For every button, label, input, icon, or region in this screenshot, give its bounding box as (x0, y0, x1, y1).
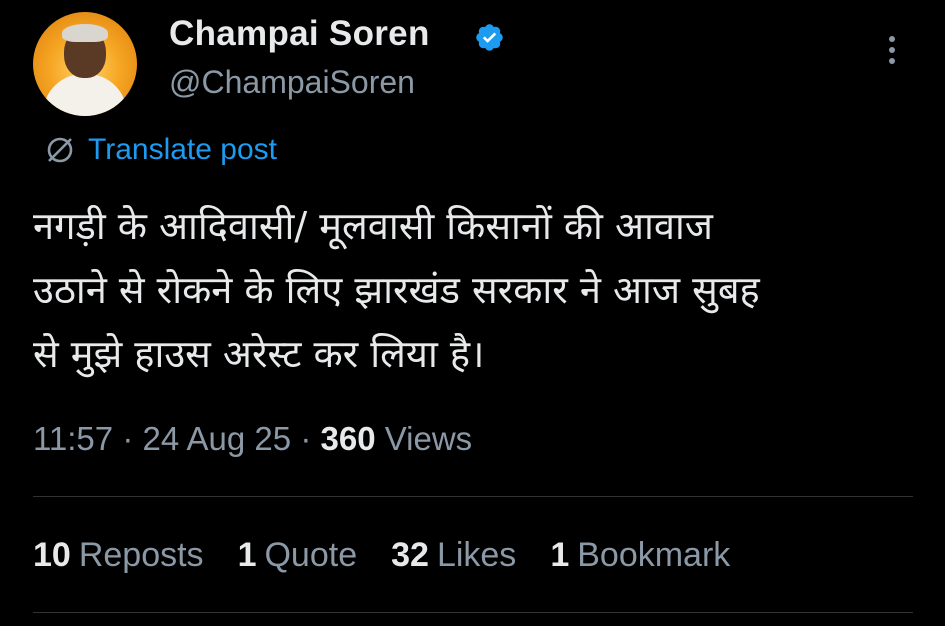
more-options-icon[interactable] (880, 30, 904, 70)
verified-badge-icon (476, 24, 503, 51)
quotes-count: 1 (237, 536, 257, 574)
meta-separator: · (300, 420, 312, 457)
divider (33, 496, 913, 497)
meta-separator: · (122, 420, 134, 457)
post-text-line: से मुझे हाउस अरेस्ट कर लिया है। (33, 332, 485, 376)
divider (33, 612, 913, 613)
post-time[interactable]: 11:57 (33, 420, 113, 457)
avatar[interactable] (33, 12, 137, 116)
post-text-line: उठाने से रोकने के लिए झारखंड सरकार ने आज… (33, 268, 760, 312)
avatar-body-shape (43, 74, 127, 116)
reposts-label: Reposts (78, 536, 204, 574)
post-card: Champai Soren @ChampaiSoren Translate po… (0, 0, 945, 626)
more-dot (889, 36, 895, 42)
avatar-hair-shape (62, 24, 108, 42)
reposts-stat[interactable]: 10 Reposts (33, 536, 204, 575)
views-count: 360 (320, 420, 376, 457)
likes-label: Likes (436, 536, 517, 574)
bookmarks-count: 1 (550, 536, 570, 574)
display-name[interactable]: Champai Soren (169, 14, 430, 54)
post-text: नगड़ी के आदिवासी/ मूलवासी किसानों की आवा… (33, 194, 913, 386)
likes-count: 32 (391, 536, 429, 574)
more-dot (889, 58, 895, 64)
quotes-label: Quote (264, 536, 358, 574)
post-text-line: नगड़ी के आदिवासी/ मूलवासी किसानों की आवा… (33, 204, 713, 248)
post-date[interactable]: 24 Aug 25 (142, 420, 291, 457)
post-meta: 11:57 · 24 Aug 25 · 360 Views (33, 420, 472, 458)
quotes-stat[interactable]: 1 Quote (238, 536, 358, 575)
engagement-stats: 10 Reposts 1 Quote 32 Likes 1 Bookmark (33, 536, 730, 575)
translate-post-label: Translate post (88, 133, 277, 166)
bookmarks-stat[interactable]: 1 Bookmark (550, 536, 730, 575)
bookmarks-label: Bookmark (577, 536, 731, 574)
likes-stat[interactable]: 32 Likes (391, 536, 516, 575)
user-handle[interactable]: @ChampaiSoren (169, 64, 415, 101)
more-dot (889, 47, 895, 53)
translate-post-button[interactable]: Translate post (44, 130, 277, 170)
translate-globe-icon (47, 137, 73, 163)
reposts-count: 10 (33, 536, 71, 574)
views-label: Views (384, 420, 473, 457)
